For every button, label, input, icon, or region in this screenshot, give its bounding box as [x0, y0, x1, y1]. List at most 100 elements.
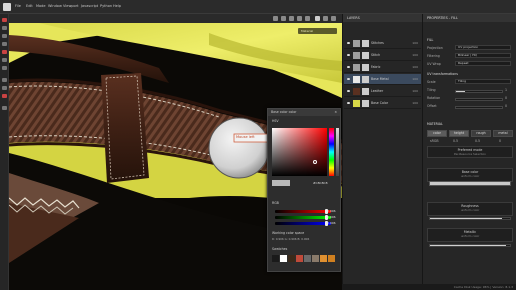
brush-icon[interactable]	[315, 16, 320, 21]
render-icon[interactable]	[323, 16, 328, 21]
rotation-slider[interactable]	[455, 98, 503, 101]
saturation-value-square[interactable]	[272, 128, 327, 176]
swatch-1[interactable]	[272, 255, 279, 262]
display-settings-icon[interactable]	[297, 16, 302, 21]
eraser-tool-icon[interactable]	[2, 26, 7, 30]
uv-wrap-select[interactable]: Repeat	[455, 61, 511, 66]
swatch-7[interactable]	[320, 255, 327, 262]
projection-tool-icon[interactable]	[2, 34, 7, 38]
snapshot-icon[interactable]	[331, 16, 336, 21]
roughness-slider[interactable]	[429, 217, 511, 220]
layer-row[interactable]: Base Color 100	[344, 98, 421, 109]
alpha-slider[interactable]	[336, 128, 339, 176]
red-slider[interactable]	[275, 209, 331, 214]
menu-viewport[interactable]: Viewport	[63, 4, 78, 8]
blue-value[interactable]: 0.906	[327, 221, 336, 225]
visibility-eye-icon[interactable]	[347, 78, 350, 80]
smudge-tool-icon[interactable]	[2, 50, 7, 54]
channel-rough-value: 0.5	[475, 139, 481, 143]
layer-thumbnail	[353, 40, 360, 47]
visibility-eye-icon[interactable]	[347, 42, 350, 44]
menu-python[interactable]: Python	[100, 4, 112, 8]
swatch-6[interactable]	[312, 255, 319, 262]
color-picker-title-bar[interactable]: Base color color ×	[268, 109, 340, 116]
visibility-eye-icon[interactable]	[347, 102, 350, 104]
geometry-fill-icon[interactable]	[2, 58, 7, 62]
bake-icon[interactable]	[2, 94, 7, 98]
layer-row[interactable]: Stitches 100	[344, 38, 421, 49]
scale-select[interactable]: Tiling	[455, 79, 511, 84]
close-icon[interactable]: ×	[334, 109, 337, 116]
polygon-fill-icon[interactable]	[2, 78, 7, 82]
swatch-8[interactable]	[328, 255, 335, 262]
red-value[interactable]: 0.906	[327, 209, 336, 213]
preferred-mode-block[interactable]: Preferred mode Per-Resource Selection	[427, 146, 513, 158]
layer-opacity: 100	[412, 53, 418, 57]
menu-bar: File Edit Mode Window Viewport Javascrip…	[0, 0, 516, 14]
layer-opacity: 100	[412, 77, 418, 81]
paint-tool-icon[interactable]	[2, 18, 7, 22]
base-color-block[interactable]: Base color uniform color	[427, 168, 513, 182]
color-picker-popup: Base color color × HSV #C8C8C8 RGB 0.906 …	[267, 108, 341, 272]
channel-color-toggle[interactable]: color	[427, 130, 447, 137]
hue-slider[interactable]	[329, 128, 334, 176]
roughness-sub: uniform color	[460, 208, 480, 212]
mouse-annotation-label: Mouse left	[236, 135, 255, 139]
rotation-value[interactable]: 0	[505, 96, 507, 100]
tiling-slider[interactable]	[455, 90, 503, 93]
tiling-slider-fill	[456, 91, 466, 92]
view-mode-icon[interactable]	[273, 16, 278, 21]
menu-javascript[interactable]: Javascript	[81, 4, 98, 8]
offset-value[interactable]: 0	[505, 104, 507, 108]
layer-opacity: 100	[412, 89, 418, 93]
base-color-swatch[interactable]	[429, 181, 511, 186]
metallic-slider[interactable]	[429, 244, 511, 247]
blue-slider[interactable]	[275, 221, 331, 226]
menu-help[interactable]: Help	[113, 4, 121, 8]
menu-window[interactable]: Window	[48, 4, 62, 8]
swatch-5[interactable]	[304, 255, 311, 262]
selection-icon[interactable]	[2, 86, 7, 90]
swatches-label: Swatches	[272, 247, 288, 251]
channel-height-value: 0.5	[453, 139, 459, 143]
channel-metal-toggle[interactable]: metal	[493, 130, 513, 137]
menu-file[interactable]: File	[15, 4, 21, 8]
base-color-sub: uniform color	[460, 174, 480, 178]
color-picker-tool-icon[interactable]	[2, 66, 7, 70]
layer-row[interactable]: Stitch 100	[344, 50, 421, 61]
camera-icon[interactable]	[281, 16, 286, 21]
layer-row-selected[interactable]: Base Metal 100	[344, 74, 421, 85]
sv-cursor[interactable]	[313, 160, 317, 164]
grid-icon[interactable]	[305, 16, 310, 21]
visibility-eye-icon[interactable]	[347, 66, 350, 68]
layer-thumbnail	[353, 76, 360, 83]
metallic-block[interactable]: Metallic uniform color	[427, 228, 513, 242]
roughness-block[interactable]: Roughness uniform color	[427, 202, 513, 216]
swatch-4[interactable]	[296, 255, 303, 262]
layer-row[interactable]: Fabric 100	[344, 62, 421, 73]
channel-rough-toggle[interactable]: rough	[471, 130, 491, 137]
mask-thumbnail	[362, 64, 369, 71]
material-tag-button[interactable]: Material	[298, 28, 337, 34]
visibility-eye-icon[interactable]	[347, 54, 350, 56]
layer-row[interactable]: Leather 100	[344, 86, 421, 97]
layer-name: Stitches	[371, 41, 384, 45]
clone-tool-icon[interactable]	[2, 42, 7, 46]
hex-value[interactable]: #C8C8C8	[313, 181, 328, 185]
green-value[interactable]: 0.906	[327, 215, 336, 219]
channel-height-toggle[interactable]: height	[449, 130, 469, 137]
current-color-swatch	[272, 180, 290, 186]
filtering-select[interactable]: Bilinear | HQ	[455, 53, 511, 58]
symmetry-icon[interactable]	[289, 16, 294, 21]
swatch-2[interactable]	[280, 255, 287, 262]
menu-mode[interactable]: Mode	[36, 4, 46, 8]
material-section-label: MATERIAL	[427, 122, 443, 126]
projection-select[interactable]: UV projection	[455, 45, 511, 50]
measure-icon[interactable]	[2, 106, 7, 110]
offset-slider[interactable]	[455, 106, 503, 109]
tiling-value[interactable]: 1	[505, 88, 507, 92]
green-slider[interactable]	[275, 215, 331, 220]
visibility-eye-icon[interactable]	[347, 90, 350, 92]
swatch-3[interactable]	[288, 255, 295, 262]
menu-edit[interactable]: Edit	[26, 4, 33, 8]
